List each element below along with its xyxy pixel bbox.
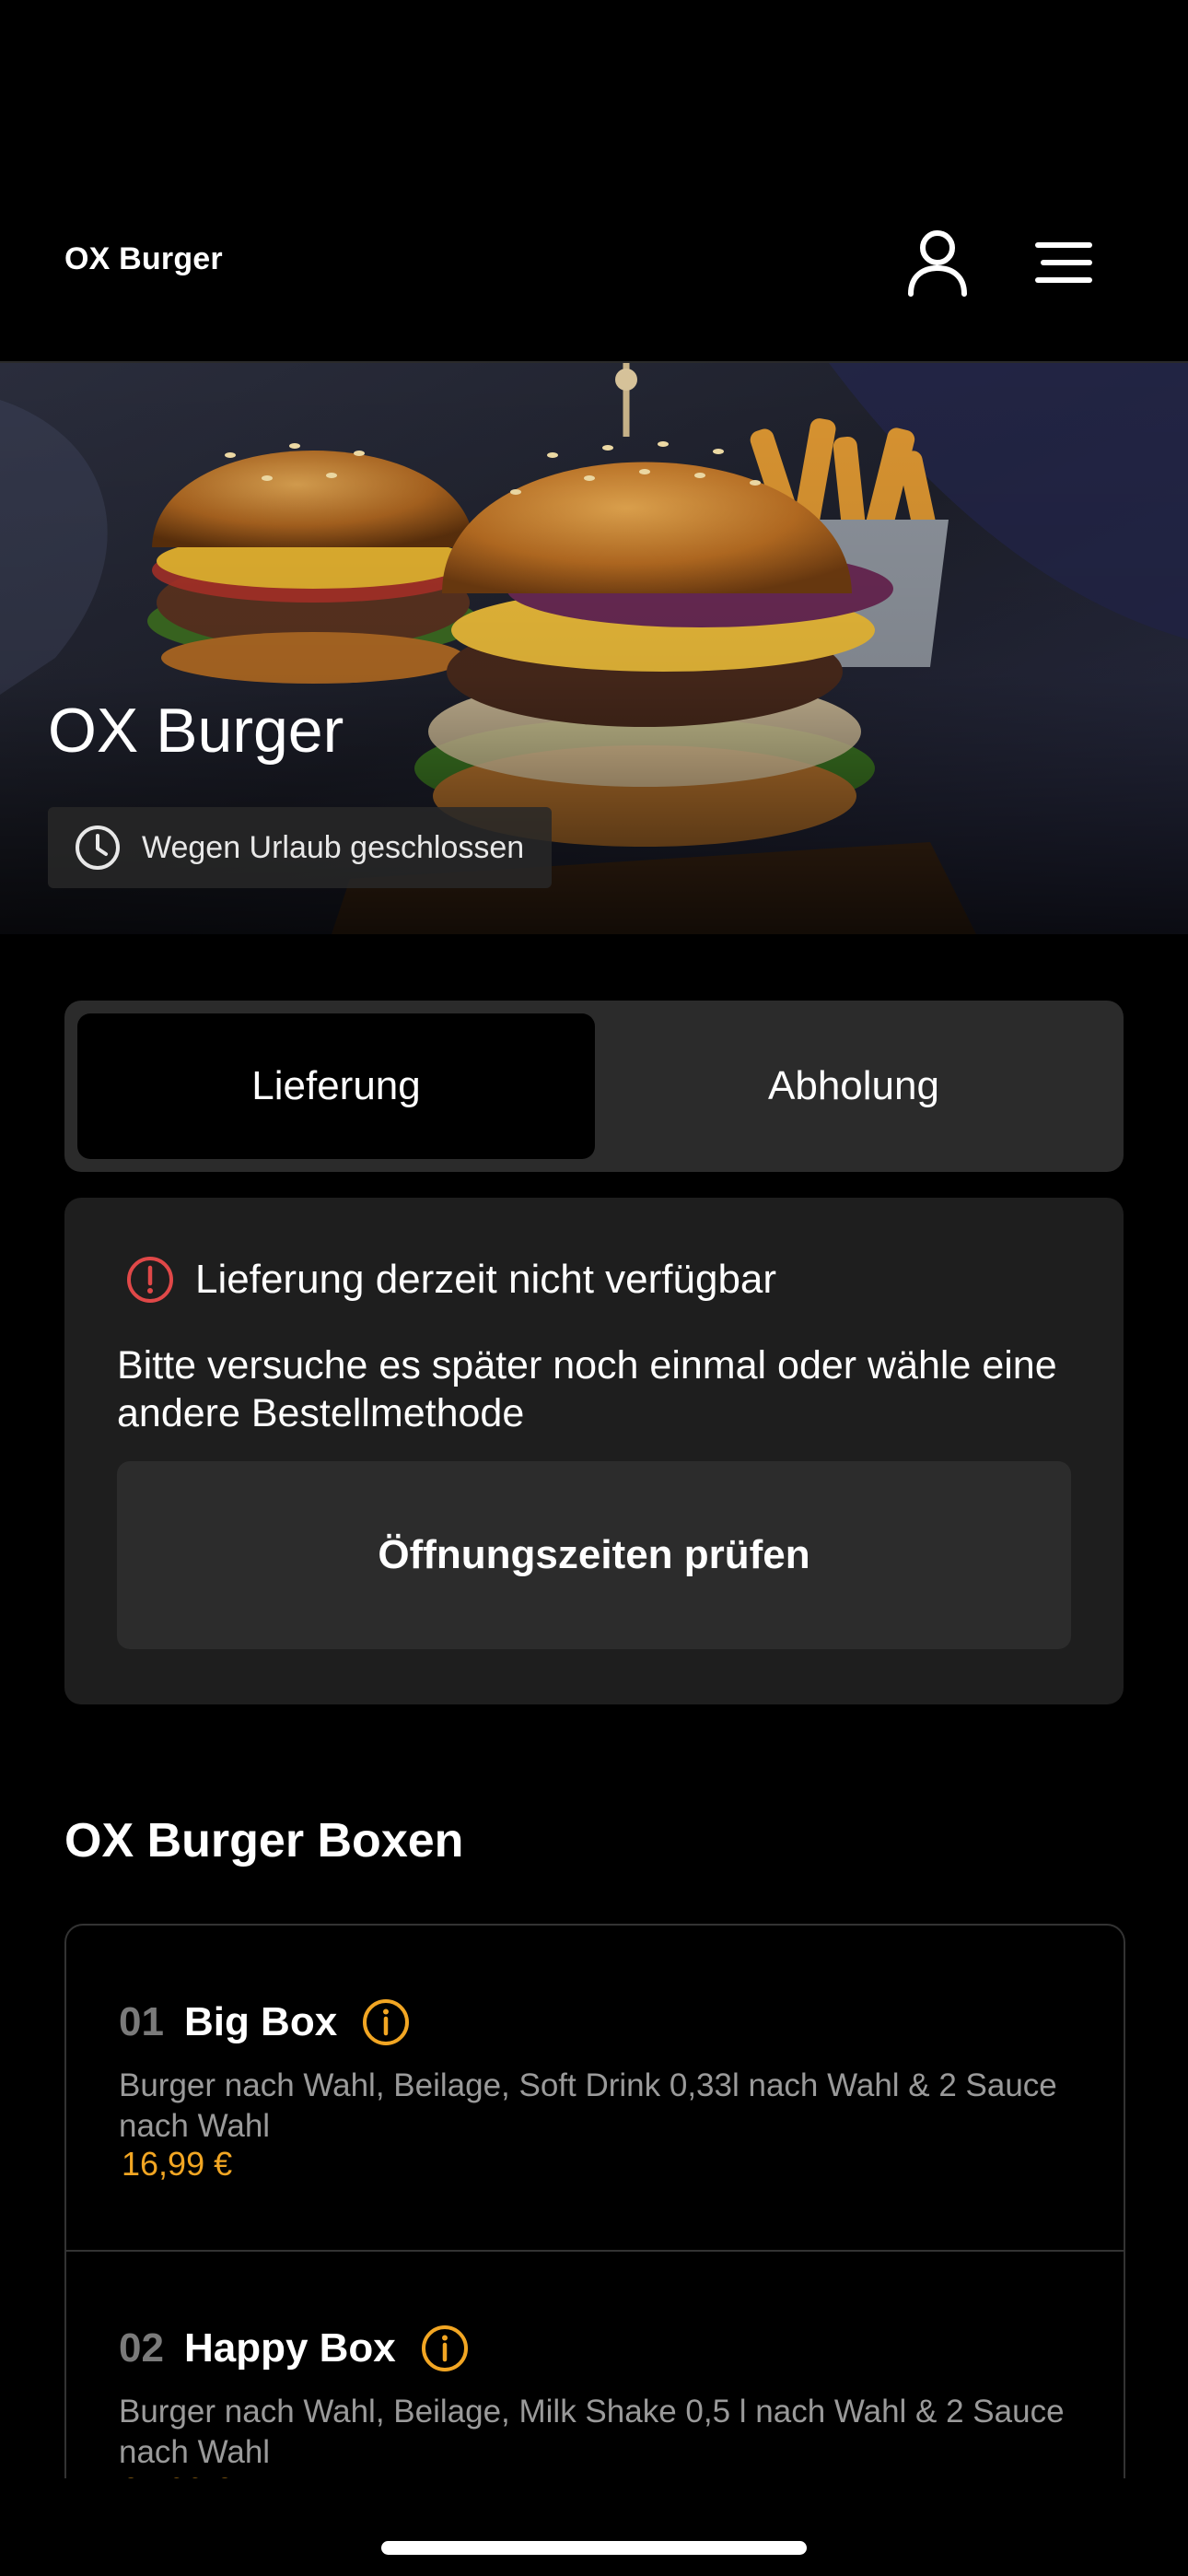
tab-pickup[interactable]: Abholung [595,1013,1112,1159]
menu-button[interactable] [1022,221,1105,304]
menu-list: 01 Big Box Burger nach Wahl, Beilage, So… [64,1924,1125,2478]
item-name: Happy Box [183,2325,396,2371]
item-description: Burger nach Wahl, Beilage, Soft Drink 0,… [119,2067,1057,2144]
menu-icon [1035,242,1092,283]
section-title: OX Burger Boxen [64,1814,464,1868]
info-icon[interactable] [420,2324,470,2373]
item-name: Big Box [183,1999,338,2044]
notice-title: Lieferung derzeit nicht verfügbar [195,1257,777,1302]
clock-icon [76,825,120,870]
delivery-unavailable-notice: Lieferung derzeit nicht verfügbar Bitte … [64,1198,1124,1704]
hero-banner: OX Burger Wegen Urlaub geschlossen [0,363,1188,934]
item-header: 01 Big Box [119,1997,411,2047]
item-price: 21,99 € [122,2471,232,2478]
item-description: Burger nach Wahl, Beilage, Milk Shake 0,… [119,2394,1065,2470]
order-mode-toggle: Lieferung Abholung [64,1001,1124,1172]
user-icon [908,230,967,297]
check-opening-hours-button[interactable]: Öffnungszeiten prüfen [117,1461,1071,1649]
info-icon[interactable] [361,1997,411,2047]
item-number: 01 [119,1999,164,2044]
status-badge: Wegen Urlaub geschlossen [48,807,553,888]
restaurant-title: OX Burger [48,696,344,766]
item-price: 16,99 € [122,2145,233,2183]
app-header: OX Burger [0,0,1188,363]
status-text: Wegen Urlaub geschlossen [142,829,525,865]
list-item[interactable]: 01 Big Box Burger nach Wahl, Beilage, So… [66,1926,1124,2252]
account-button[interactable] [896,221,979,304]
notice-text: Bitte versuche es später noch einmal ode… [117,1343,1057,1435]
alert-circle-icon [127,1257,173,1303]
home-indicator[interactable] [381,2541,807,2555]
item-header: 02 Happy Box [119,2324,470,2373]
item-number: 02 [119,2325,164,2371]
tab-delivery[interactable]: Lieferung [77,1013,595,1159]
brand-name[interactable]: OX Burger [64,241,223,277]
list-item[interactable]: 02 Happy Box Burger nach Wahl, Beilage, … [66,2252,1124,2478]
notice-header: Lieferung derzeit nicht verfügbar [125,1255,776,1305]
